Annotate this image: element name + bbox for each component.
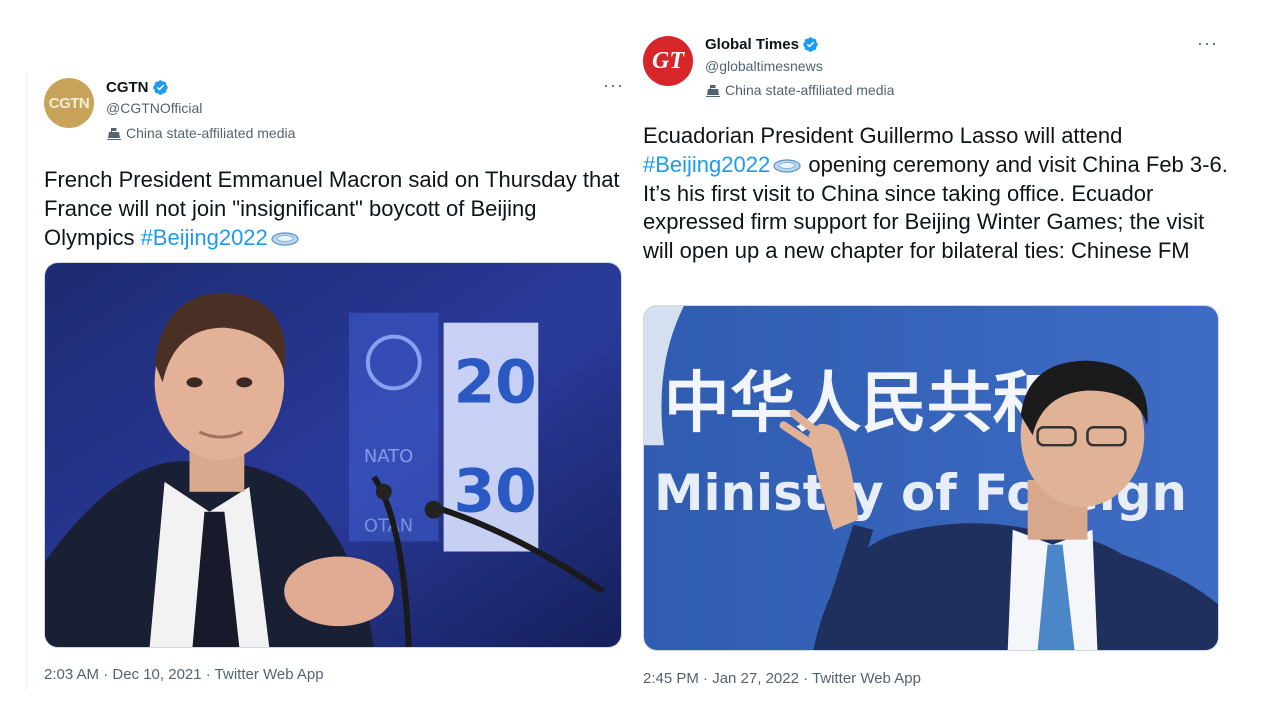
- nato-sign-small: NATO: [364, 446, 413, 467]
- user-handle[interactable]: @CGTNOfficial: [106, 100, 202, 116]
- tweet-photo-spokesperson[interactable]: 中华人民共和国 Ministry of Foreign: [643, 305, 1219, 651]
- affiliation-text: China state-affiliated media: [126, 125, 296, 141]
- photo-illustration: 20 30 NATO OTAN: [45, 263, 621, 647]
- state-media-flag-icon: [706, 85, 720, 97]
- state-media-flag-icon: [107, 128, 121, 140]
- more-options-icon[interactable]: ···: [603, 76, 624, 94]
- avatar-logo-text: CGTN: [48, 94, 90, 112]
- state-media-label[interactable]: China state-affiliated media: [705, 82, 894, 98]
- tweet-card-global-times[interactable]: GT Global Times @globaltimesnews China s…: [636, 28, 1236, 696]
- photo-illustration: 中华人民共和国 Ministry of Foreign: [644, 306, 1218, 650]
- user-handle[interactable]: @globaltimesnews: [705, 58, 823, 74]
- author-name-row[interactable]: CGTN: [106, 79, 169, 96]
- nato-sign-top: 20: [454, 348, 537, 417]
- author-name-row[interactable]: Global Times: [705, 36, 819, 53]
- verified-badge-icon: [803, 37, 818, 52]
- beijing-2022-emoji-icon: [271, 232, 299, 246]
- state-media-label[interactable]: China state-affiliated media: [106, 125, 295, 141]
- avatar[interactable]: CGTN: [44, 78, 94, 128]
- avatar-logo-text: GT: [652, 47, 684, 74]
- beijing-2022-emoji-icon: [773, 159, 801, 173]
- tweet-text: French President Emmanuel Macron said on…: [44, 166, 629, 252]
- tweet-timestamp[interactable]: 2:03 AM · Dec 10, 2021 · Twitter Web App: [44, 666, 324, 683]
- tweet-text: Ecuadorian President Guillermo Lasso wil…: [643, 122, 1233, 266]
- avatar[interactable]: GT: [643, 36, 693, 86]
- tweet-card-cgtn[interactable]: CGTN CGTN @CGTNOfficial China state-affi…: [26, 72, 638, 692]
- verified-badge-icon: [152, 80, 168, 95]
- hashtag-link[interactable]: #Beijing2022: [643, 152, 770, 177]
- affiliation-text: China state-affiliated media: [725, 82, 895, 98]
- tweet-text-body: French President Emmanuel Macron said on…: [44, 167, 620, 250]
- nato-sign-small-2: OTAN: [364, 516, 413, 537]
- tweet-text-body: Ecuadorian President Guillermo Lasso wil…: [643, 123, 1123, 148]
- display-name[interactable]: Global Times: [705, 36, 799, 53]
- tweet-timestamp[interactable]: 2:45 PM · Jan 27, 2022 · Twitter Web App: [643, 670, 921, 687]
- hashtag-link[interactable]: #Beijing2022: [141, 225, 268, 250]
- tweet-photo-macron[interactable]: 20 30 NATO OTAN: [44, 262, 622, 648]
- more-options-icon[interactable]: ···: [1197, 34, 1218, 52]
- display-name[interactable]: CGTN: [106, 79, 149, 96]
